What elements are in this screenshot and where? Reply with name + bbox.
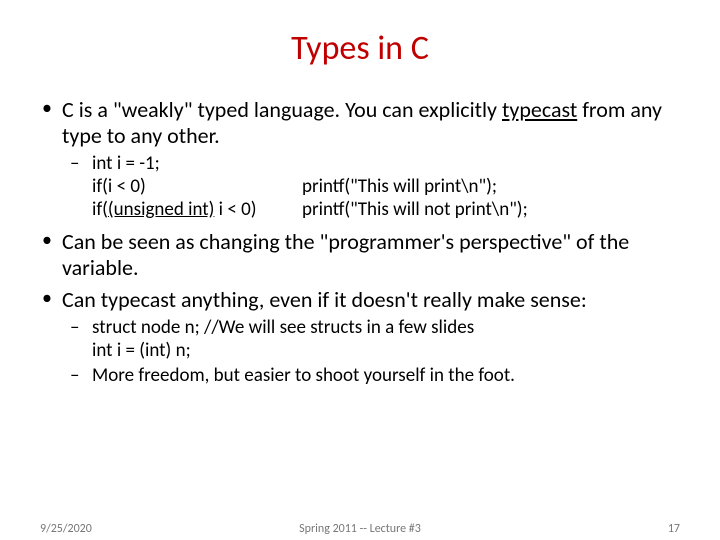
sub-2-item-2: More freedom, but easier to shoot yourse… [92, 365, 680, 388]
code-3-pre: if( [92, 198, 108, 221]
bullet-2: Can be seen as changing the "programmer'… [62, 229, 680, 281]
bullet-1-typecast: typecast [502, 96, 577, 123]
bullet-3-text: Can typecast anything, even if it doesn'… [62, 286, 587, 313]
code-line-2-right: printf("This will print\n"); [302, 176, 497, 199]
footer-page-number: 17 [668, 522, 680, 536]
bullet-3: Can typecast anything, even if it doesn'… [62, 287, 680, 387]
code-line-3-left: if((unsigned int) i < 0) [92, 199, 302, 222]
sub-2-item-1: struct node n; //We will see structs in … [92, 317, 680, 363]
bullet-list: C is a "weakly" typed language. You can … [40, 97, 680, 388]
code-3-cast: (unsigned int) [108, 198, 214, 221]
sublist-2: struct node n; //We will see structs in … [62, 317, 680, 387]
code-line-1: int i = -1; [92, 153, 680, 176]
code-3-post: i < 0) [214, 198, 256, 221]
bullet-1: C is a "weakly" typed language. You can … [62, 97, 680, 221]
code-block: int i = -1; if(i < 0) printf("This will … [92, 153, 680, 221]
code-sublist: int i = -1; if(i < 0) printf("This will … [62, 153, 680, 221]
bullet-1-text-a: C is a "weakly" typed language. You can … [62, 96, 502, 123]
slide-title: Types in C [40, 28, 680, 69]
footer-mid: Spring 2011 -- Lecture #3 [0, 522, 720, 536]
code-line-3-right: printf("This will not print\n"); [302, 199, 528, 222]
sub-2-line-b: int i = (int) n; [92, 340, 680, 363]
code-line-2-left: if(i < 0) [92, 176, 302, 199]
sub-2-line-a: struct node n; //We will see structs in … [92, 317, 680, 340]
